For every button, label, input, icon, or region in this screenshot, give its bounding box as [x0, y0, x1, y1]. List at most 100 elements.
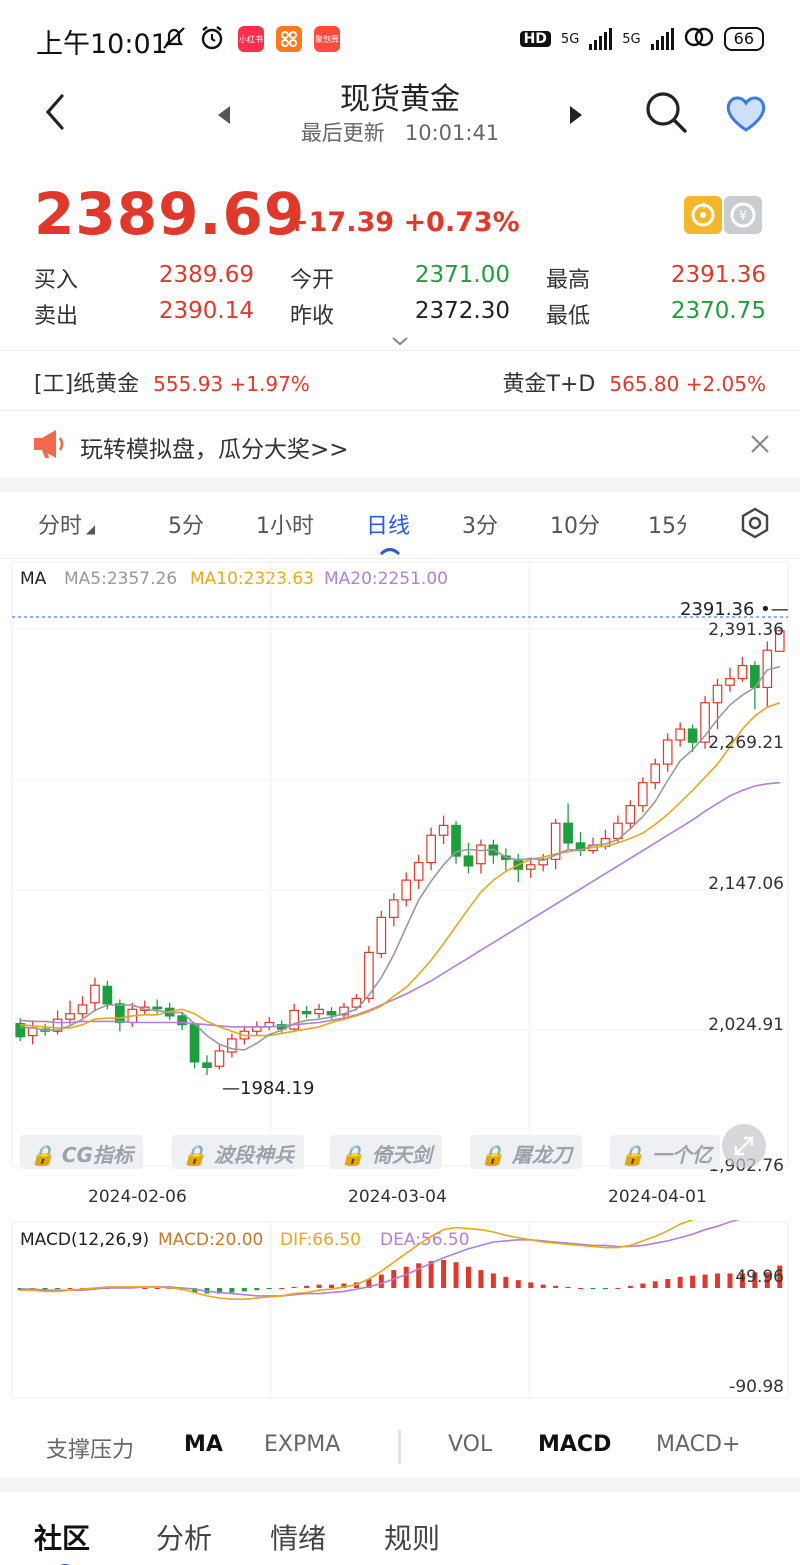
macd-bar	[652, 1281, 658, 1289]
macd-bar	[428, 1261, 434, 1289]
high-label: 最高	[546, 268, 591, 293]
macd-bar	[702, 1274, 708, 1289]
candle-body	[376, 916, 387, 955]
macd-bar	[553, 1285, 559, 1289]
hd-badge: HD	[519, 31, 551, 47]
candle-body	[737, 664, 748, 680]
x-label-1: 2024-02-06	[88, 1187, 187, 1207]
network-5g-2: 5G	[622, 31, 641, 47]
indicator-macd[interactable]: MACD	[538, 1432, 611, 1457]
price-change-pct: +0.73%	[403, 207, 520, 238]
candle-body	[152, 1006, 163, 1010]
candle-body	[675, 728, 685, 741]
y-label-1: 2,391.36	[708, 620, 784, 640]
candle-body	[563, 822, 573, 844]
nav-analysis[interactable]: 分析	[156, 1517, 212, 1557]
status-time: 上午10:01	[36, 29, 168, 60]
low-marker: —1984.19	[222, 1078, 315, 1099]
indicator-ma[interactable]: MA	[184, 1432, 223, 1457]
y-label-4: 2,024.91	[708, 1015, 784, 1035]
locked-indicator-4[interactable]: 🔒 屠龙刀	[470, 1135, 582, 1169]
paper-gold-label: [工]纸黄金	[34, 372, 140, 397]
indicator-expma[interactable]: EXPMA	[264, 1432, 340, 1457]
candle-body	[115, 1003, 125, 1024]
tab-15min[interactable]: 15分	[648, 508, 686, 540]
status-bar: 上午10:01 小红书 聚划算 HD 5G 5G 66	[0, 0, 800, 80]
promo-text[interactable]: 玩转模拟盘，瓜分大奖>>	[80, 430, 349, 464]
x-label-3: 2024-04-01	[608, 1187, 707, 1207]
tab-1hour[interactable]: 1小时	[256, 508, 314, 540]
price-change: +17.39 +0.73%	[286, 207, 520, 238]
search-icon[interactable]	[644, 90, 688, 134]
section-gap	[0, 1478, 800, 1492]
ask-label: 卖出	[34, 304, 79, 329]
currency-convert-icon[interactable]: ¥	[724, 196, 762, 234]
divider	[0, 410, 800, 411]
candle-body	[314, 1008, 324, 1015]
candlestick-chart[interactable]	[0, 560, 800, 1220]
indicator-vol[interactable]: VOL	[448, 1432, 492, 1457]
macd-bar	[279, 1288, 285, 1290]
update-time: 10:01:41	[404, 121, 500, 145]
high-marker: 2391.36 •—	[680, 599, 789, 620]
candle-body	[189, 1024, 200, 1063]
locked-indicator-2[interactable]: 🔒 波段神兵	[172, 1135, 304, 1169]
tab-10min[interactable]: 10分	[550, 508, 600, 540]
macd-bar	[615, 1288, 621, 1290]
macd-chart[interactable]	[0, 1220, 800, 1400]
tab-fenshi[interactable]: 分时 ◢	[38, 508, 95, 540]
candle-body	[102, 985, 113, 1005]
favorite-heart-icon[interactable]	[724, 94, 768, 134]
macd-y-bottom: -90.98	[729, 1377, 784, 1397]
megaphone-icon	[30, 426, 70, 462]
locked-indicator-3[interactable]: 🔒 倚天剑	[330, 1135, 442, 1169]
expand-chevron-icon[interactable]	[390, 332, 410, 346]
active-nav-indicator	[54, 1556, 76, 1565]
price-change-value: +17.39	[286, 207, 395, 238]
macd-bar	[304, 1285, 310, 1289]
locked-indicator-label: 一个亿	[651, 1143, 712, 1167]
candle-body	[637, 782, 648, 807]
candle-body	[525, 864, 536, 870]
indicator-divider	[398, 1430, 401, 1464]
high-value: 2391.36	[670, 262, 766, 288]
indicator-support-resistance[interactable]: 支撑压力	[46, 1432, 134, 1464]
chart-settings-icon[interactable]	[738, 506, 772, 540]
fullscreen-icon[interactable]	[722, 1124, 766, 1168]
locked-indicator-5[interactable]: 🔒 一个亿	[610, 1135, 720, 1169]
close-icon[interactable]	[748, 432, 772, 456]
xiaohongshu-app-icon: 小红书	[238, 26, 264, 52]
quote-row-2: 卖出 2390.14 昨收 2372.30 最低 2370.75	[0, 298, 800, 329]
locked-indicator-label: CG指标	[61, 1143, 133, 1167]
bid-value: 2389.69	[158, 262, 254, 288]
indicator-macd-plus[interactable]: MACD+	[656, 1432, 740, 1457]
tab-3min[interactable]: 3分	[462, 508, 498, 540]
nav-community[interactable]: 社区	[34, 1517, 90, 1557]
candle-body	[662, 739, 673, 765]
x-label-2: 2024-03-04	[348, 1187, 447, 1207]
locked-indicator-1[interactable]: 🔒 CG指标	[20, 1135, 143, 1169]
nav-sentiment[interactable]: 情绪	[270, 1517, 326, 1557]
tab-5min[interactable]: 5分	[168, 508, 204, 540]
battery-indicator: 66	[723, 27, 764, 51]
signal-icon-2	[650, 28, 674, 50]
divider	[0, 350, 800, 351]
related-gold-td[interactable]: 黄金T+D 565.80 +2.05%	[503, 366, 766, 398]
juhuasuan-app-icon: 聚划算	[314, 26, 340, 52]
macd-bar	[578, 1288, 584, 1290]
next-item-icon[interactable]	[566, 104, 586, 126]
tab-daily[interactable]: 日线	[366, 508, 410, 540]
macd-bar	[403, 1266, 409, 1289]
refresh-icon[interactable]	[684, 196, 722, 234]
macd-bar	[316, 1284, 322, 1289]
nav-rules[interactable]: 规则	[384, 1517, 440, 1557]
low-marker-value: 1984.19	[240, 1078, 315, 1099]
locked-indicator-label: 倚天剑	[371, 1143, 432, 1167]
macd-bar	[154, 1288, 160, 1290]
macd-bar	[528, 1282, 534, 1289]
macd-bar	[266, 1288, 272, 1290]
related-paper-gold[interactable]: [工]纸黄金 555.93 +1.97%	[34, 366, 310, 398]
high-marker-value: 2391.36	[680, 599, 755, 620]
open-value: 2371.00	[414, 262, 510, 288]
macd-bar	[677, 1276, 683, 1289]
